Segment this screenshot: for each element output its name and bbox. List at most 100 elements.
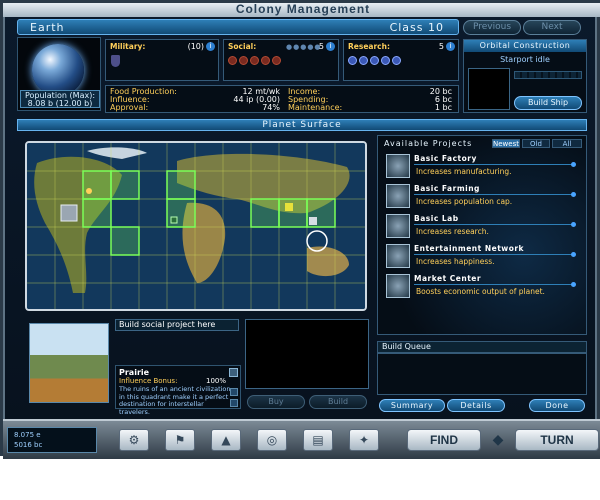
info-icon[interactable]: i xyxy=(446,42,455,51)
social-panel: Social: ●●●●● 5 i xyxy=(223,39,339,81)
research-icon[interactable]: ▤ xyxy=(303,429,333,451)
social-slots xyxy=(228,56,281,65)
build-ship-button[interactable]: Build Ship xyxy=(514,96,582,110)
tile-name: Prairie xyxy=(119,368,150,377)
map-tile[interactable] xyxy=(110,226,140,256)
project-marker-icon xyxy=(571,162,576,167)
building-icon[interactable] xyxy=(285,203,293,211)
project-item-basic-lab[interactable]: Basic Lab Increases research. xyxy=(386,214,576,242)
approval-label: Approval: xyxy=(110,103,149,112)
scroll-up-icon[interactable] xyxy=(230,388,238,396)
tab-newest[interactable]: Newest xyxy=(492,139,520,148)
title-bar: Colony Management xyxy=(3,2,600,17)
entertainment-icon xyxy=(386,244,410,268)
project-item-market-center[interactable]: Market Center Boosts economic output of … xyxy=(386,274,576,302)
government-icon[interactable]: ⚙ xyxy=(119,429,149,451)
bottom-toolbar: 8.075 e 5016 bc ⚙ ⚑ ▲ ◎ ▤ ✦ FIND ◆ TURN xyxy=(3,419,600,459)
social-value: 5 xyxy=(318,42,324,51)
population-label: Population (Max): 8.08 b (12.00 b) xyxy=(20,90,100,108)
research-panel: Research: 5 i xyxy=(343,39,459,81)
military-panel: Military: (10) i xyxy=(105,39,219,81)
info-icon[interactable]: i xyxy=(206,42,215,51)
military-label: Military: xyxy=(110,42,146,51)
diplomacy-icon[interactable]: ◎ xyxy=(257,429,287,451)
research-slot-icon xyxy=(370,56,379,65)
social-slot-icon xyxy=(261,56,270,65)
social-slot-icon xyxy=(228,56,237,65)
map-tile[interactable] xyxy=(250,198,280,228)
military-value: (10) xyxy=(187,42,204,51)
tab-all[interactable]: All xyxy=(552,139,582,148)
planet-globe-panel: Population (Max): 8.08 b (12.00 b) xyxy=(17,37,101,111)
social-label: Social: xyxy=(228,42,257,51)
map-tile[interactable] xyxy=(82,170,112,200)
buy-button[interactable]: Buy xyxy=(247,395,305,409)
social-slot-icon xyxy=(239,56,248,65)
map-tile[interactable] xyxy=(166,170,196,200)
building-icon[interactable] xyxy=(170,216,178,224)
tab-old[interactable]: Old xyxy=(522,139,550,148)
project-description: Boosts economic output of planet. xyxy=(416,287,545,296)
info-icon[interactable]: i xyxy=(326,42,335,51)
planet-class: Class 10 xyxy=(389,21,444,34)
social-slot-icon xyxy=(272,56,281,65)
settings-icon[interactable]: ✦ xyxy=(349,429,379,451)
project-description: Increases happiness. xyxy=(416,257,495,266)
planet-surface-title: Planet Surface xyxy=(17,119,587,131)
tile-info-icon[interactable] xyxy=(229,368,238,377)
project-name: Basic Factory xyxy=(414,154,572,165)
maintenance-label: Maintenance: xyxy=(288,103,343,112)
scroll-down-icon[interactable] xyxy=(230,399,238,407)
turn-arrow-icon: ◆ xyxy=(492,432,504,448)
research-label: Research: xyxy=(348,42,390,51)
project-name: Entertainment Network xyxy=(414,244,572,255)
project-marker-icon xyxy=(571,252,576,257)
research-slot-icon xyxy=(359,56,368,65)
building-icon[interactable] xyxy=(309,217,317,225)
find-button[interactable]: FIND xyxy=(407,429,481,451)
project-name: Basic Lab xyxy=(414,214,572,225)
planet-surface-map[interactable] xyxy=(25,141,367,311)
farm-icon xyxy=(386,184,410,208)
map-tile[interactable] xyxy=(82,198,112,228)
starport-status: Starport idle xyxy=(500,55,550,64)
project-item-basic-factory[interactable]: Basic Factory Increases manufacturing. xyxy=(386,154,576,182)
status-population: 8.075 e xyxy=(14,431,41,439)
colonies-icon[interactable]: ⚑ xyxy=(165,429,195,451)
project-marker-icon xyxy=(571,222,576,227)
surface-map-svg[interactable] xyxy=(27,143,365,309)
planet-globe[interactable] xyxy=(32,44,84,96)
project-description: Increases manufacturing. xyxy=(416,167,512,176)
project-name: Market Center xyxy=(414,274,572,285)
project-item-basic-farming[interactable]: Basic Farming Increases population cap. xyxy=(386,184,576,212)
planet-header: Earth Class 10 xyxy=(17,19,459,35)
projects-title: Available Projects xyxy=(384,139,473,148)
build-queue-title: Build Queue xyxy=(377,341,587,353)
ships-icon[interactable]: ▲ xyxy=(211,429,241,451)
economy-panel: Food Production: 12 mt/wk Influence: 44 … xyxy=(105,85,459,113)
project-item-entertainment-network[interactable]: Entertainment Network Increases happines… xyxy=(386,244,576,272)
colony-management-window: Colony Management Earth Class 10 Previou… xyxy=(0,0,600,459)
factory-icon xyxy=(386,154,410,178)
next-button[interactable]: Next xyxy=(523,20,581,35)
build-queue-panel xyxy=(377,353,587,395)
research-slot-icon xyxy=(348,56,357,65)
building-icon[interactable] xyxy=(86,188,92,194)
done-button[interactable]: Done xyxy=(529,399,585,412)
turn-button[interactable]: TURN xyxy=(515,429,599,451)
build-button[interactable]: Build xyxy=(309,395,367,409)
research-slots xyxy=(348,56,401,65)
maintenance-value: 1 bc xyxy=(434,103,452,112)
orbital-title: Orbital Construction xyxy=(464,40,586,52)
previous-button[interactable]: Previous xyxy=(463,20,521,35)
summary-button[interactable]: Summary xyxy=(379,399,445,412)
lab-icon xyxy=(386,214,410,238)
build-preview-panel xyxy=(245,319,369,389)
project-description: Increases research. xyxy=(416,227,489,236)
details-button[interactable]: Details xyxy=(447,399,505,412)
building-icon[interactable] xyxy=(60,204,78,222)
map-tile[interactable] xyxy=(110,170,140,200)
project-marker-icon xyxy=(571,282,576,287)
project-name: Basic Farming xyxy=(414,184,572,195)
research-slot-icon xyxy=(381,56,390,65)
